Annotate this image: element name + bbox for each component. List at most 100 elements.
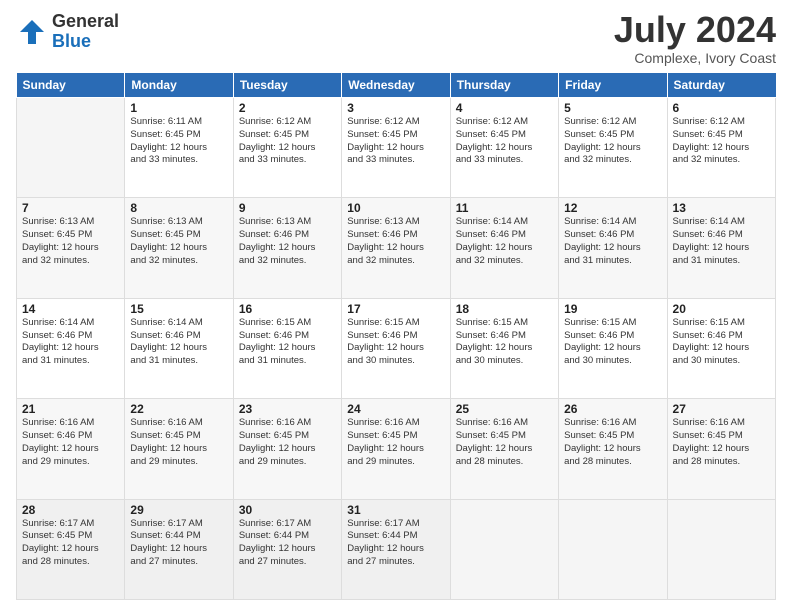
calendar-header-row: Sunday Monday Tuesday Wednesday Thursday… (17, 73, 776, 98)
day-number: 19 (564, 302, 661, 316)
day-number: 20 (673, 302, 770, 316)
day-number: 9 (239, 201, 336, 215)
header: General Blue July 2024 Complexe, Ivory C… (16, 12, 776, 66)
table-row: 5Sunrise: 6:12 AM Sunset: 6:45 PM Daylig… (559, 98, 667, 198)
day-info: Sunrise: 6:17 AM Sunset: 6:45 PM Dayligh… (22, 518, 119, 569)
col-wednesday: Wednesday (342, 73, 450, 98)
table-row: 26Sunrise: 6:16 AM Sunset: 6:45 PM Dayli… (559, 399, 667, 499)
table-row: 13Sunrise: 6:14 AM Sunset: 6:46 PM Dayli… (667, 198, 775, 298)
day-number: 17 (347, 302, 444, 316)
calendar-week-3: 21Sunrise: 6:16 AM Sunset: 6:46 PM Dayli… (17, 399, 776, 499)
day-info: Sunrise: 6:12 AM Sunset: 6:45 PM Dayligh… (347, 116, 444, 167)
day-info: Sunrise: 6:16 AM Sunset: 6:45 PM Dayligh… (130, 417, 227, 468)
table-row: 3Sunrise: 6:12 AM Sunset: 6:45 PM Daylig… (342, 98, 450, 198)
day-info: Sunrise: 6:14 AM Sunset: 6:46 PM Dayligh… (22, 317, 119, 368)
day-number: 7 (22, 201, 119, 215)
table-row: 28Sunrise: 6:17 AM Sunset: 6:45 PM Dayli… (17, 499, 125, 599)
table-row: 1Sunrise: 6:11 AM Sunset: 6:45 PM Daylig… (125, 98, 233, 198)
table-row (17, 98, 125, 198)
day-number: 10 (347, 201, 444, 215)
title-block: July 2024 Complexe, Ivory Coast (614, 12, 776, 66)
col-thursday: Thursday (450, 73, 558, 98)
day-info: Sunrise: 6:16 AM Sunset: 6:45 PM Dayligh… (347, 417, 444, 468)
day-info: Sunrise: 6:14 AM Sunset: 6:46 PM Dayligh… (456, 216, 553, 267)
day-info: Sunrise: 6:16 AM Sunset: 6:45 PM Dayligh… (673, 417, 770, 468)
day-info: Sunrise: 6:12 AM Sunset: 6:45 PM Dayligh… (564, 116, 661, 167)
col-monday: Monday (125, 73, 233, 98)
day-info: Sunrise: 6:14 AM Sunset: 6:46 PM Dayligh… (130, 317, 227, 368)
day-number: 5 (564, 101, 661, 115)
calendar-week-2: 14Sunrise: 6:14 AM Sunset: 6:46 PM Dayli… (17, 298, 776, 398)
table-row (450, 499, 558, 599)
table-row: 15Sunrise: 6:14 AM Sunset: 6:46 PM Dayli… (125, 298, 233, 398)
table-row: 30Sunrise: 6:17 AM Sunset: 6:44 PM Dayli… (233, 499, 341, 599)
day-info: Sunrise: 6:17 AM Sunset: 6:44 PM Dayligh… (239, 518, 336, 569)
day-info: Sunrise: 6:12 AM Sunset: 6:45 PM Dayligh… (456, 116, 553, 167)
table-row: 14Sunrise: 6:14 AM Sunset: 6:46 PM Dayli… (17, 298, 125, 398)
day-number: 11 (456, 201, 553, 215)
table-row: 2Sunrise: 6:12 AM Sunset: 6:45 PM Daylig… (233, 98, 341, 198)
table-row: 22Sunrise: 6:16 AM Sunset: 6:45 PM Dayli… (125, 399, 233, 499)
table-row: 24Sunrise: 6:16 AM Sunset: 6:45 PM Dayli… (342, 399, 450, 499)
day-number: 8 (130, 201, 227, 215)
day-info: Sunrise: 6:15 AM Sunset: 6:46 PM Dayligh… (239, 317, 336, 368)
table-row (667, 499, 775, 599)
day-info: Sunrise: 6:13 AM Sunset: 6:46 PM Dayligh… (239, 216, 336, 267)
day-number: 4 (456, 101, 553, 115)
day-info: Sunrise: 6:14 AM Sunset: 6:46 PM Dayligh… (564, 216, 661, 267)
day-number: 21 (22, 402, 119, 416)
day-number: 30 (239, 503, 336, 517)
logo-general: General (52, 12, 119, 32)
table-row: 25Sunrise: 6:16 AM Sunset: 6:45 PM Dayli… (450, 399, 558, 499)
day-info: Sunrise: 6:14 AM Sunset: 6:46 PM Dayligh… (673, 216, 770, 267)
col-sunday: Sunday (17, 73, 125, 98)
col-tuesday: Tuesday (233, 73, 341, 98)
day-number: 12 (564, 201, 661, 215)
day-number: 16 (239, 302, 336, 316)
table-row: 17Sunrise: 6:15 AM Sunset: 6:46 PM Dayli… (342, 298, 450, 398)
table-row: 27Sunrise: 6:16 AM Sunset: 6:45 PM Dayli… (667, 399, 775, 499)
day-number: 22 (130, 402, 227, 416)
day-info: Sunrise: 6:12 AM Sunset: 6:45 PM Dayligh… (239, 116, 336, 167)
day-info: Sunrise: 6:16 AM Sunset: 6:45 PM Dayligh… (239, 417, 336, 468)
calendar-week-0: 1Sunrise: 6:11 AM Sunset: 6:45 PM Daylig… (17, 98, 776, 198)
day-number: 24 (347, 402, 444, 416)
table-row: 16Sunrise: 6:15 AM Sunset: 6:46 PM Dayli… (233, 298, 341, 398)
day-number: 25 (456, 402, 553, 416)
day-number: 26 (564, 402, 661, 416)
day-number: 27 (673, 402, 770, 416)
day-number: 13 (673, 201, 770, 215)
day-info: Sunrise: 6:15 AM Sunset: 6:46 PM Dayligh… (347, 317, 444, 368)
day-number: 3 (347, 101, 444, 115)
table-row: 20Sunrise: 6:15 AM Sunset: 6:46 PM Dayli… (667, 298, 775, 398)
day-info: Sunrise: 6:15 AM Sunset: 6:46 PM Dayligh… (564, 317, 661, 368)
day-number: 15 (130, 302, 227, 316)
table-row: 18Sunrise: 6:15 AM Sunset: 6:46 PM Dayli… (450, 298, 558, 398)
table-row (559, 499, 667, 599)
table-row: 29Sunrise: 6:17 AM Sunset: 6:44 PM Dayli… (125, 499, 233, 599)
logo: General Blue (16, 12, 119, 52)
day-info: Sunrise: 6:12 AM Sunset: 6:45 PM Dayligh… (673, 116, 770, 167)
subtitle: Complexe, Ivory Coast (614, 50, 776, 66)
day-number: 23 (239, 402, 336, 416)
logo-text: General Blue (52, 12, 119, 52)
calendar-body: 1Sunrise: 6:11 AM Sunset: 6:45 PM Daylig… (17, 98, 776, 600)
day-info: Sunrise: 6:15 AM Sunset: 6:46 PM Dayligh… (673, 317, 770, 368)
day-number: 29 (130, 503, 227, 517)
calendar-week-4: 28Sunrise: 6:17 AM Sunset: 6:45 PM Dayli… (17, 499, 776, 599)
table-row: 7Sunrise: 6:13 AM Sunset: 6:45 PM Daylig… (17, 198, 125, 298)
day-info: Sunrise: 6:15 AM Sunset: 6:46 PM Dayligh… (456, 317, 553, 368)
day-info: Sunrise: 6:17 AM Sunset: 6:44 PM Dayligh… (347, 518, 444, 569)
table-row: 19Sunrise: 6:15 AM Sunset: 6:46 PM Dayli… (559, 298, 667, 398)
day-info: Sunrise: 6:16 AM Sunset: 6:45 PM Dayligh… (456, 417, 553, 468)
day-info: Sunrise: 6:11 AM Sunset: 6:45 PM Dayligh… (130, 116, 227, 167)
day-info: Sunrise: 6:16 AM Sunset: 6:46 PM Dayligh… (22, 417, 119, 468)
table-row: 9Sunrise: 6:13 AM Sunset: 6:46 PM Daylig… (233, 198, 341, 298)
main-title: July 2024 (614, 12, 776, 48)
day-number: 28 (22, 503, 119, 517)
table-row: 21Sunrise: 6:16 AM Sunset: 6:46 PM Dayli… (17, 399, 125, 499)
table-row: 11Sunrise: 6:14 AM Sunset: 6:46 PM Dayli… (450, 198, 558, 298)
day-number: 1 (130, 101, 227, 115)
col-saturday: Saturday (667, 73, 775, 98)
table-row: 4Sunrise: 6:12 AM Sunset: 6:45 PM Daylig… (450, 98, 558, 198)
